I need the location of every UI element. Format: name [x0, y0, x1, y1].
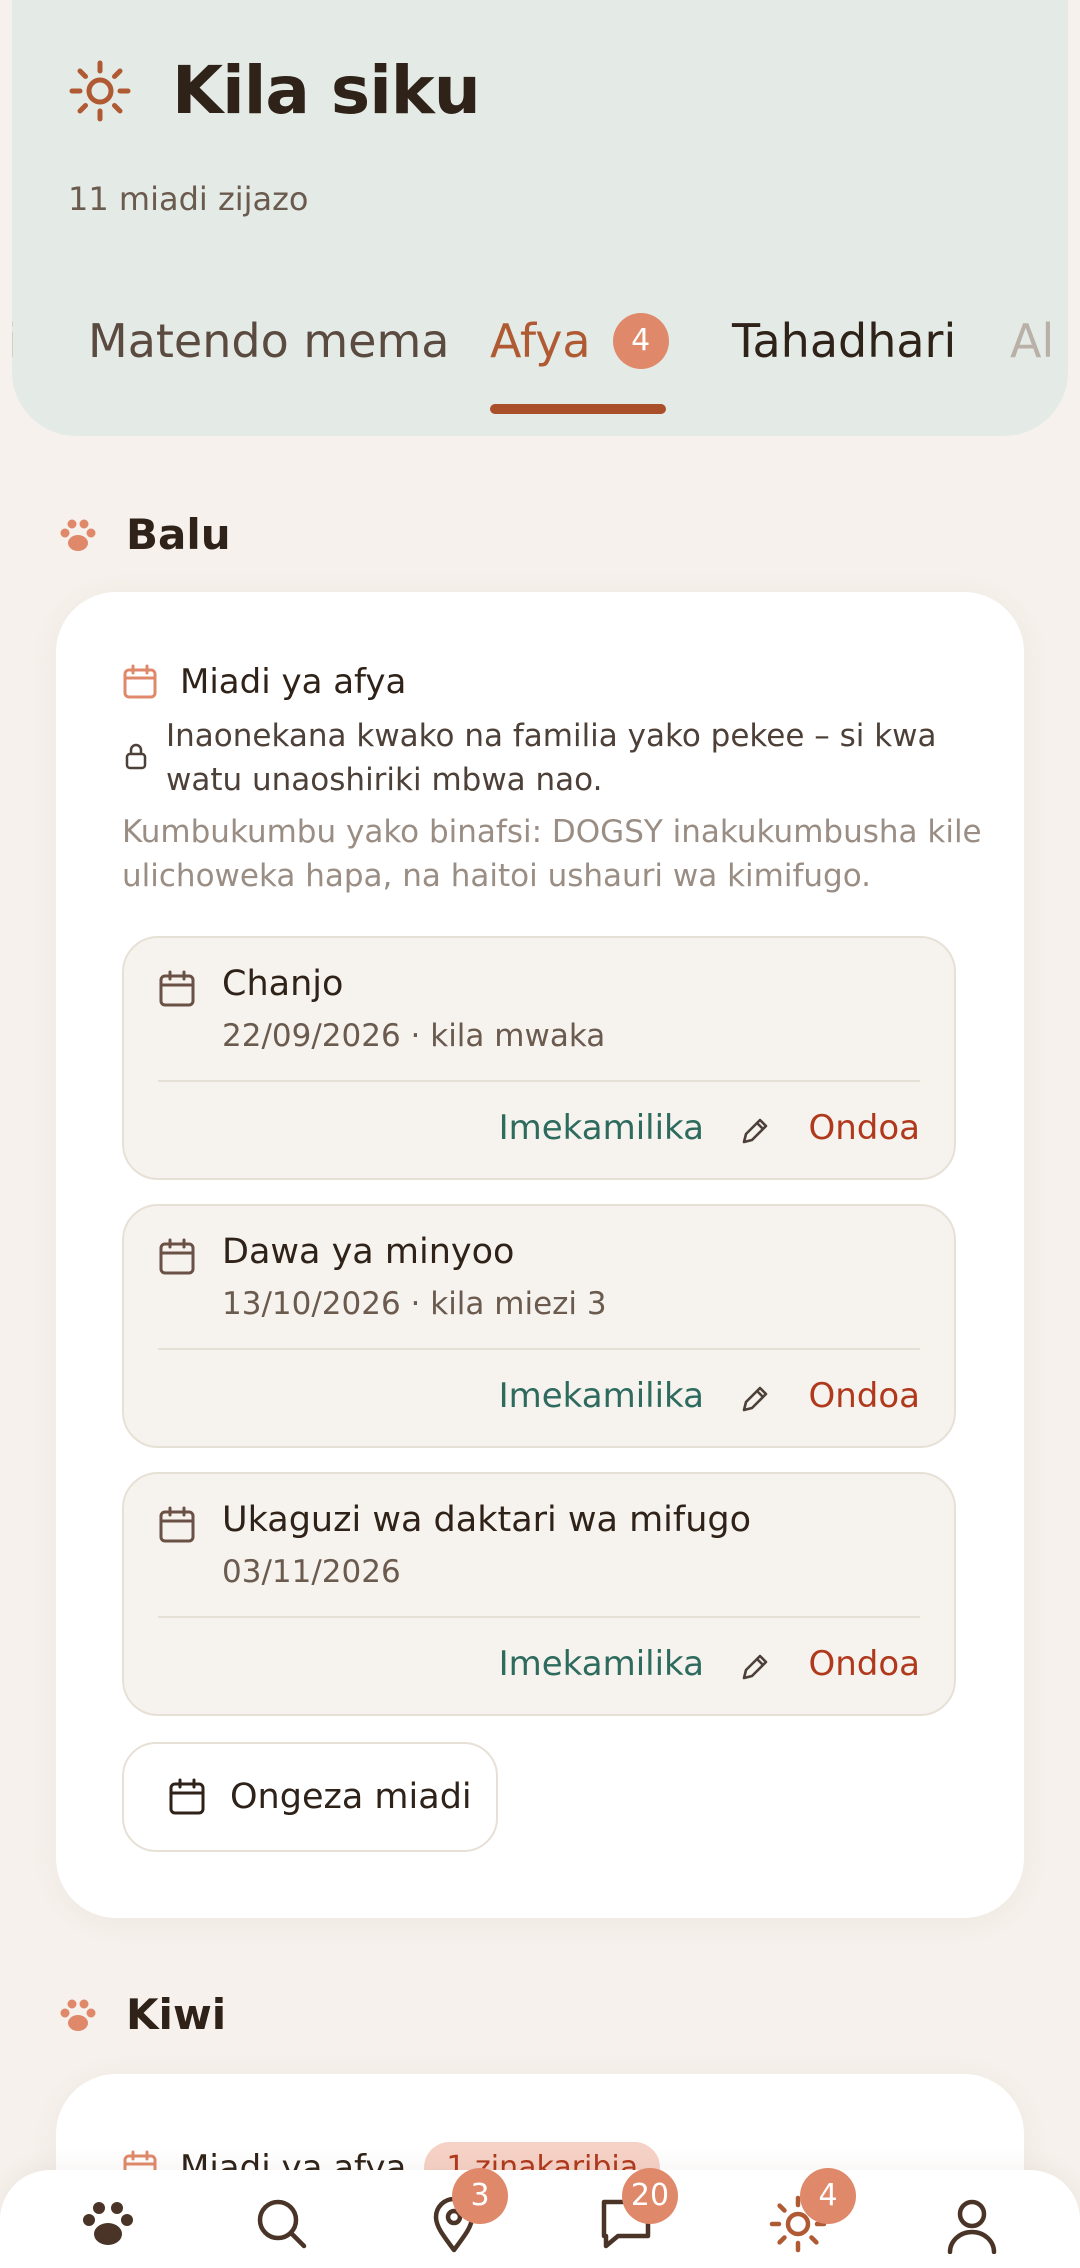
profile-icon[interactable] [942, 2194, 1002, 2254]
remove-button[interactable]: Ondoa [808, 1108, 920, 1148]
card-title: Miadi ya afya [180, 662, 407, 702]
mark-done-button[interactable]: Imekamilika [499, 1376, 704, 1416]
page-title: Kila siku [172, 52, 481, 129]
nav-badge-map: 3 [452, 2168, 508, 2224]
remove-button[interactable]: Ondoa [808, 1376, 920, 1416]
edit-pencil-icon[interactable] [738, 1650, 772, 1684]
nav-badge-chat: 20 [622, 2168, 678, 2224]
nav-badge-daily: 4 [800, 2168, 856, 2224]
header-title-row: Kila siku [68, 52, 481, 129]
calendar-icon [159, 970, 195, 1007]
tab-afya-badge: 4 [612, 312, 669, 369]
tab-partial-right[interactable]: Al [1010, 314, 1054, 368]
add-appointment-label: Ongeza miadi [230, 1777, 472, 1817]
calendar-icon [159, 1238, 195, 1275]
appointment-date: 22/09/2026 · kila mwaka [222, 1018, 606, 1054]
tab-afya[interactable]: Afya 4 [490, 312, 669, 373]
calendar-icon [159, 1506, 195, 1543]
header: Kila siku 11 miadi zijazo i Matendo mema… [12, 0, 1068, 436]
active-tab-indicator [490, 404, 666, 414]
pet-name: Balu [126, 510, 231, 559]
appointment-name: Chanjo [222, 964, 344, 1004]
tab-bar: i Matendo mema Afya 4 Tahadhari Al [12, 300, 1068, 420]
search-icon[interactable] [252, 2194, 312, 2254]
lock-icon [125, 743, 147, 770]
sun-icon [69, 60, 131, 121]
pet-heading-balu: Balu [58, 510, 231, 559]
privacy-notice: Inaonekana kwako na familia yako pekee –… [124, 714, 964, 802]
paw-icon [60, 1999, 96, 2031]
appointment-date: 03/11/2026 [222, 1554, 401, 1590]
edit-pencil-icon[interactable] [738, 1382, 772, 1416]
calendar-icon [169, 1778, 205, 1815]
pet-heading-kiwi: Kiwi [58, 1990, 226, 2039]
paw-icon [60, 519, 96, 551]
health-appointments-card: Miadi ya afya Inaonekana kwako na famili… [56, 592, 1024, 1918]
divider [158, 1616, 920, 1618]
appointment-date: 13/10/2026 · kila miezi 3 [222, 1286, 607, 1322]
tab-matendo-mema[interactable]: Matendo mema [88, 314, 449, 368]
upcoming-count: 11 miadi zijazo [68, 180, 309, 218]
tab-tahadhari[interactable]: Tahadhari [732, 314, 956, 368]
divider [158, 1080, 920, 1082]
appointment-name: Dawa ya minyoo [222, 1232, 515, 1272]
appointment-item[interactable]: Ukaguzi wa daktari wa mifugo 03/11/2026 … [122, 1472, 956, 1716]
calendar-icon [123, 664, 157, 699]
appointment-item[interactable]: Chanjo 22/09/2026 · kila mwaka Imekamili… [122, 936, 956, 1180]
card-title-row: Miadi ya afya [122, 662, 406, 702]
edit-pencil-icon[interactable] [738, 1114, 772, 1148]
bottom-navigation: 3 20 4 [0, 2168, 1080, 2268]
privacy-text: Inaonekana kwako na familia yako pekee –… [166, 718, 937, 798]
remove-button[interactable]: Ondoa [808, 1644, 920, 1684]
mark-done-button[interactable]: Imekamilika [499, 1644, 704, 1684]
appointment-item[interactable]: Dawa ya minyoo 13/10/2026 · kila miezi 3… [122, 1204, 956, 1448]
pet-name: Kiwi [126, 1990, 227, 2039]
tab-afya-label: Afya [490, 314, 591, 368]
add-appointment-button[interactable]: Ongeza miadi [122, 1742, 498, 1852]
divider [158, 1348, 920, 1350]
disclaimer-note: Kumbukumbu yako binafsi: DOGSY inakukumb… [122, 814, 982, 894]
mark-done-button[interactable]: Imekamilika [499, 1108, 704, 1148]
tab-partial-left[interactable]: i [12, 314, 17, 368]
paw-icon[interactable] [78, 2194, 138, 2254]
appointment-name: Ukaguzi wa daktari wa mifugo [222, 1500, 752, 1540]
